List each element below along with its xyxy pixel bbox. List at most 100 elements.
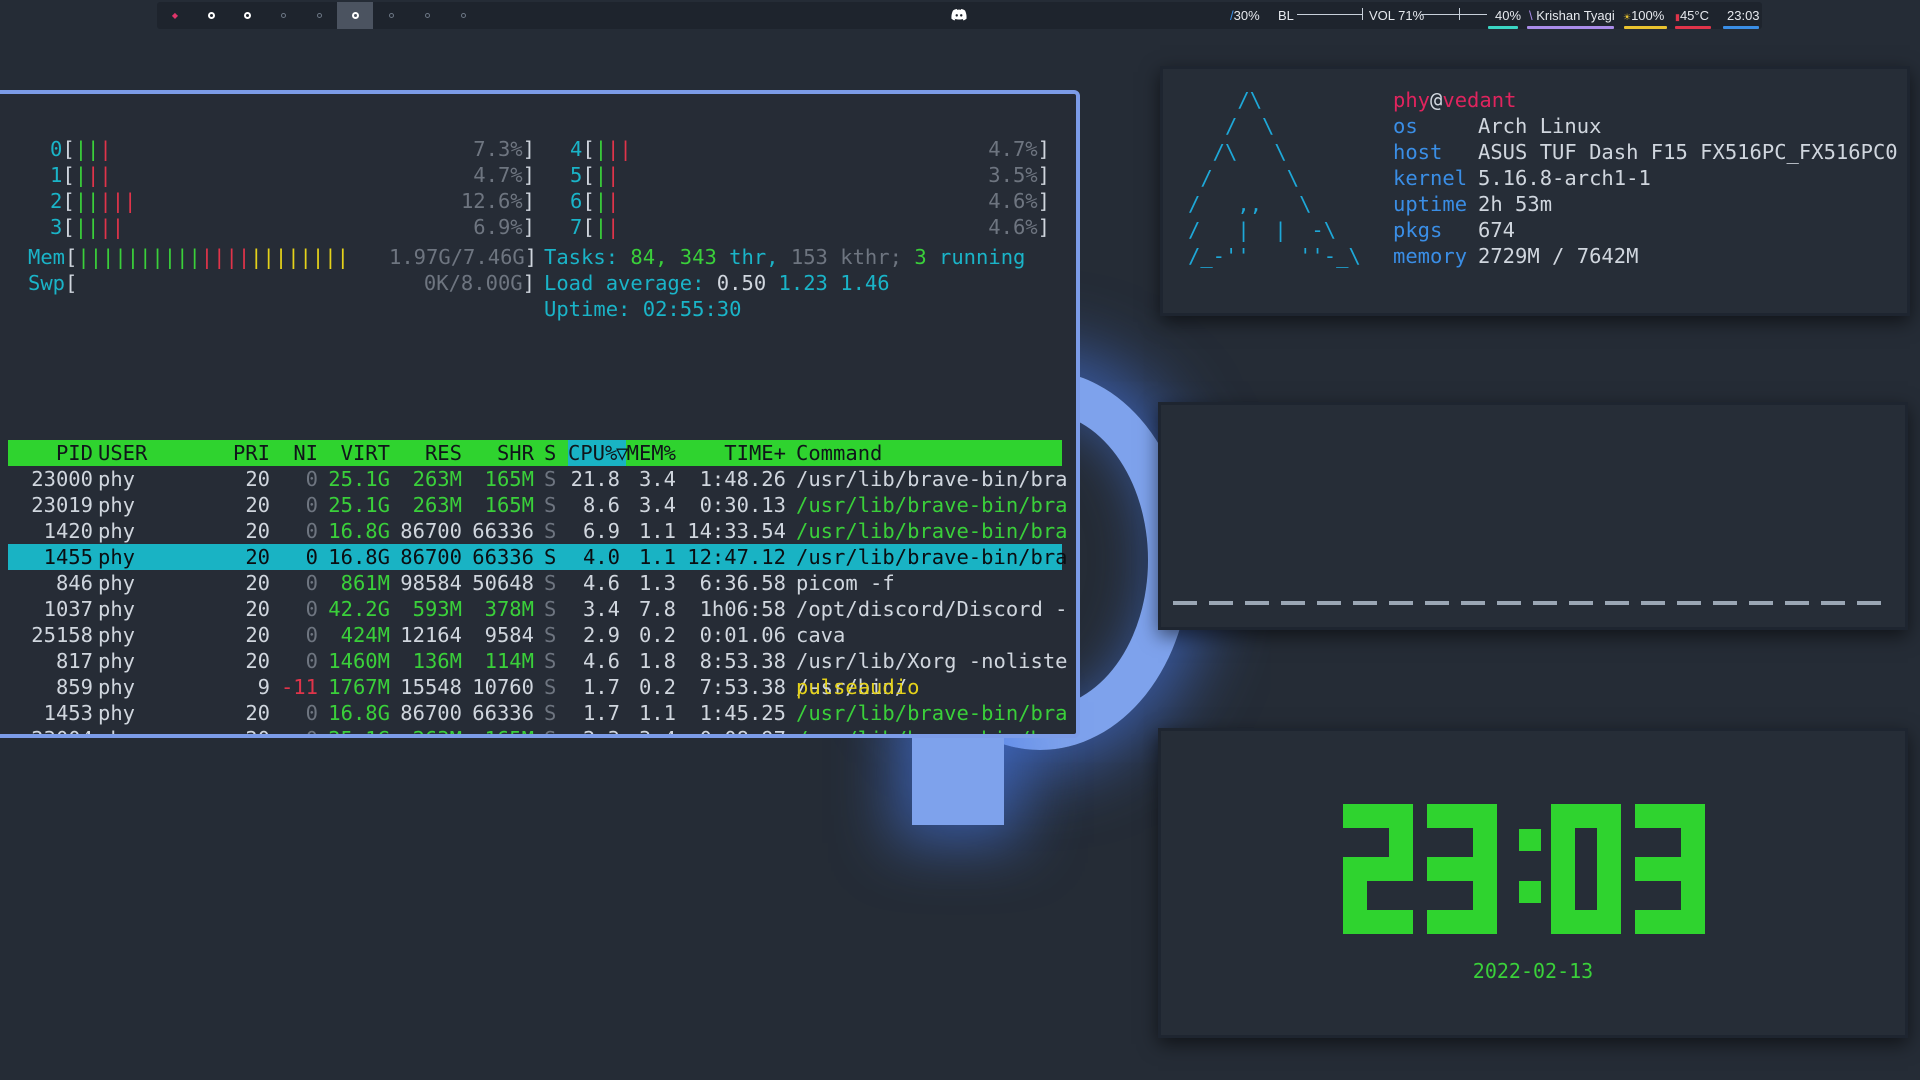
cpu-bar-kernel: | xyxy=(607,215,620,239)
cell-s: S xyxy=(544,649,557,673)
process-row[interactable]: 859 phy 9 -11 1767M 15548 10760 S 1.7 0.2 7:53.38/… xyxy=(8,674,1062,700)
cpu-pct-value: 4.7% xyxy=(988,137,1038,161)
cell-pid: 859 xyxy=(55,675,93,699)
visualizer-bar xyxy=(1245,601,1269,605)
column-header-time[interactable]: TIME+ xyxy=(724,440,786,466)
backlight-value: 30% xyxy=(1233,8,1260,23)
visualizer-bar xyxy=(1389,601,1413,605)
workspace-dot-icon xyxy=(388,13,394,18)
workspace-7[interactable] xyxy=(373,2,409,29)
cpu-pct-value: 4.7% xyxy=(473,163,523,187)
cpu-pct-4: 4.7%] xyxy=(904,136,1050,162)
column-header-ni[interactable]: NI xyxy=(293,440,318,466)
cell-mem: 1.3 xyxy=(638,571,676,595)
process-row[interactable]: 1453 phy 20 0 16.8G 86700 66336 S 1.7 1.1 1:45.25 /… xyxy=(8,700,1068,726)
bl-slider[interactable] xyxy=(1297,14,1363,15)
workspace-dot-icon xyxy=(316,13,322,18)
cell-cmd: /opt/discord/Discord - xyxy=(796,597,1068,621)
column-header-shr[interactable]: SHR xyxy=(497,440,534,466)
cell-cpu: 6.9 xyxy=(582,519,620,543)
cpu-id: 3 xyxy=(50,215,63,239)
bracket: ] xyxy=(1037,137,1050,161)
cpu-meter-0: 0[||| xyxy=(50,136,112,162)
process-row[interactable]: 1420 phy 20 0 16.8G 86700 66336 S 6.9 1.1 14:33.54… xyxy=(8,518,1068,544)
workspace-dot-icon xyxy=(460,13,466,18)
volume-label[interactable]: VOL 71% xyxy=(1369,8,1424,23)
bl-slider-handle[interactable] xyxy=(1362,8,1363,20)
workspace-5[interactable] xyxy=(301,2,337,29)
process-row[interactable]: 23004 phy 20 0 25.1G 263M 165M S 2.3 3.4 0:08.97/u… xyxy=(8,726,1067,734)
workspace-6[interactable] xyxy=(337,2,373,29)
cell-s: S xyxy=(544,597,557,621)
workspace-dot-icon xyxy=(424,13,430,18)
cell-time: 1:48.26 xyxy=(699,467,786,491)
cell-cmd: /usr/lib/brave-bin/bra xyxy=(796,493,1068,517)
htop-window[interactable]: 0[||| 7.3%] 1[||| 4.7%] 2[||||| 12.6%] 3[|||| 6… xyxy=(0,90,1080,738)
cpu-id: 2 xyxy=(50,189,63,213)
cell-cpu: 8.6 xyxy=(582,493,620,517)
cell-ni: 0 xyxy=(305,545,318,569)
cell-pri: 20 xyxy=(245,519,270,543)
process-row[interactable]: 846 phy 20 0 861M 98584 50648 S 4.6 1.3 6:36.58 pic… xyxy=(8,570,1062,596)
brightness-value: 100% xyxy=(1631,8,1665,23)
cpu-meter-5: 5[|| xyxy=(570,162,619,188)
visualizer-bar xyxy=(1533,601,1557,605)
cpu-pct-value: 4.6% xyxy=(988,215,1038,239)
cell-time: 0:01.06 xyxy=(699,623,786,647)
process-row[interactable]: 23000 phy 20 0 25.1G 263M 165M S 21.8 3.4 1:48.26 /… xyxy=(8,466,1067,492)
clock-segment xyxy=(1551,804,1575,881)
process-row[interactable]: 1455 phy 20 0 16.8G 86700 66336 S 4.0 1.1 12:47.12… xyxy=(8,544,1068,570)
workspace-2[interactable] xyxy=(193,2,229,29)
process-row[interactable]: 817 phy 20 0 1460M 136M 114M S 4.6 1.8 8:53.38/usr… xyxy=(8,648,1068,674)
cell-pri: 20 xyxy=(245,467,270,491)
load-average: Load average: 0.50 1.23 1.46 xyxy=(544,271,890,295)
column-header-cmd[interactable]: Command xyxy=(796,440,882,466)
workspace-8[interactable] xyxy=(409,2,445,29)
backlight-module[interactable]: /30% xyxy=(1230,8,1260,23)
cell-res: 12164 xyxy=(400,623,462,647)
workspace-1[interactable]: ◆ xyxy=(157,2,193,29)
temp-underline xyxy=(1675,26,1711,29)
column-header-mem[interactable]: MEM% xyxy=(627,440,676,466)
process-row[interactable]: 1037 phy 20 0 42.2G 593M 378M S 3.4 7.8 1h06:58/op… xyxy=(8,596,1068,622)
process-table-header[interactable]: PID USER PRI NI VIRT RES SHR S CPU% MEM% TIME+ Comm… xyxy=(8,440,1062,466)
column-header-user[interactable]: USER xyxy=(98,440,147,466)
cell-user: phy xyxy=(98,493,136,517)
clock-panel: 2022-02-13 xyxy=(1158,728,1908,1038)
discord-icon[interactable] xyxy=(950,6,968,24)
workspace-3[interactable] xyxy=(229,2,265,29)
cell-pid: 23000 xyxy=(31,467,93,491)
column-header-s[interactable]: S xyxy=(544,440,556,466)
cpu-bar-kernel: || xyxy=(99,215,125,239)
workspace-4[interactable] xyxy=(265,2,301,29)
process-row[interactable]: 23019 phy 20 0 25.1G 263M 165M S 8.6 3.4 0:30.13/u… xyxy=(8,492,1067,518)
cell-cmd: picom -f xyxy=(796,571,895,595)
cell-res: 593M xyxy=(412,597,462,621)
cell-cpu: 21.8 xyxy=(570,467,620,491)
volume-slider[interactable] xyxy=(1421,14,1487,15)
cpu-bar-kernel: || xyxy=(607,137,632,161)
column-header-res[interactable]: RES xyxy=(425,440,462,466)
cpu-pct-2: 12.6%] xyxy=(389,188,535,214)
cell-shr: 114M xyxy=(484,649,534,673)
cpu-pct-0: 7.3%] xyxy=(389,136,535,162)
workspace-dot-icon xyxy=(243,12,251,19)
cell-res: 15548 xyxy=(400,675,462,699)
column-header-pid[interactable]: PID xyxy=(56,440,93,466)
cell-time: 12:47.12 xyxy=(687,545,786,569)
cell-virt: 1767M xyxy=(328,675,390,699)
workspace-9[interactable] xyxy=(445,2,481,29)
cell-virt: 25.1G xyxy=(328,467,390,491)
process-row[interactable]: 25158 phy 20 0 424M 12164 9584 S 2.9 0.2 0:01.06 ca… xyxy=(8,622,1062,648)
visualizer-bar xyxy=(1173,601,1197,605)
swap-meter: Swp[ xyxy=(28,271,78,295)
cell-ni: 0 xyxy=(305,597,318,621)
cell-cmd: /usr/lib/brave-bin/bra xyxy=(796,726,1068,734)
fetch-key-pkgs: pkgs xyxy=(1393,218,1443,242)
column-header-pri[interactable]: PRI xyxy=(233,440,270,466)
fetch-value-pkgs: 674 xyxy=(1478,218,1516,242)
column-header-virt[interactable]: VIRT xyxy=(341,440,390,466)
temp-value: 45°C xyxy=(1679,8,1709,23)
volume-slider-handle[interactable] xyxy=(1459,8,1460,20)
cell-res: 263M xyxy=(413,726,462,734)
